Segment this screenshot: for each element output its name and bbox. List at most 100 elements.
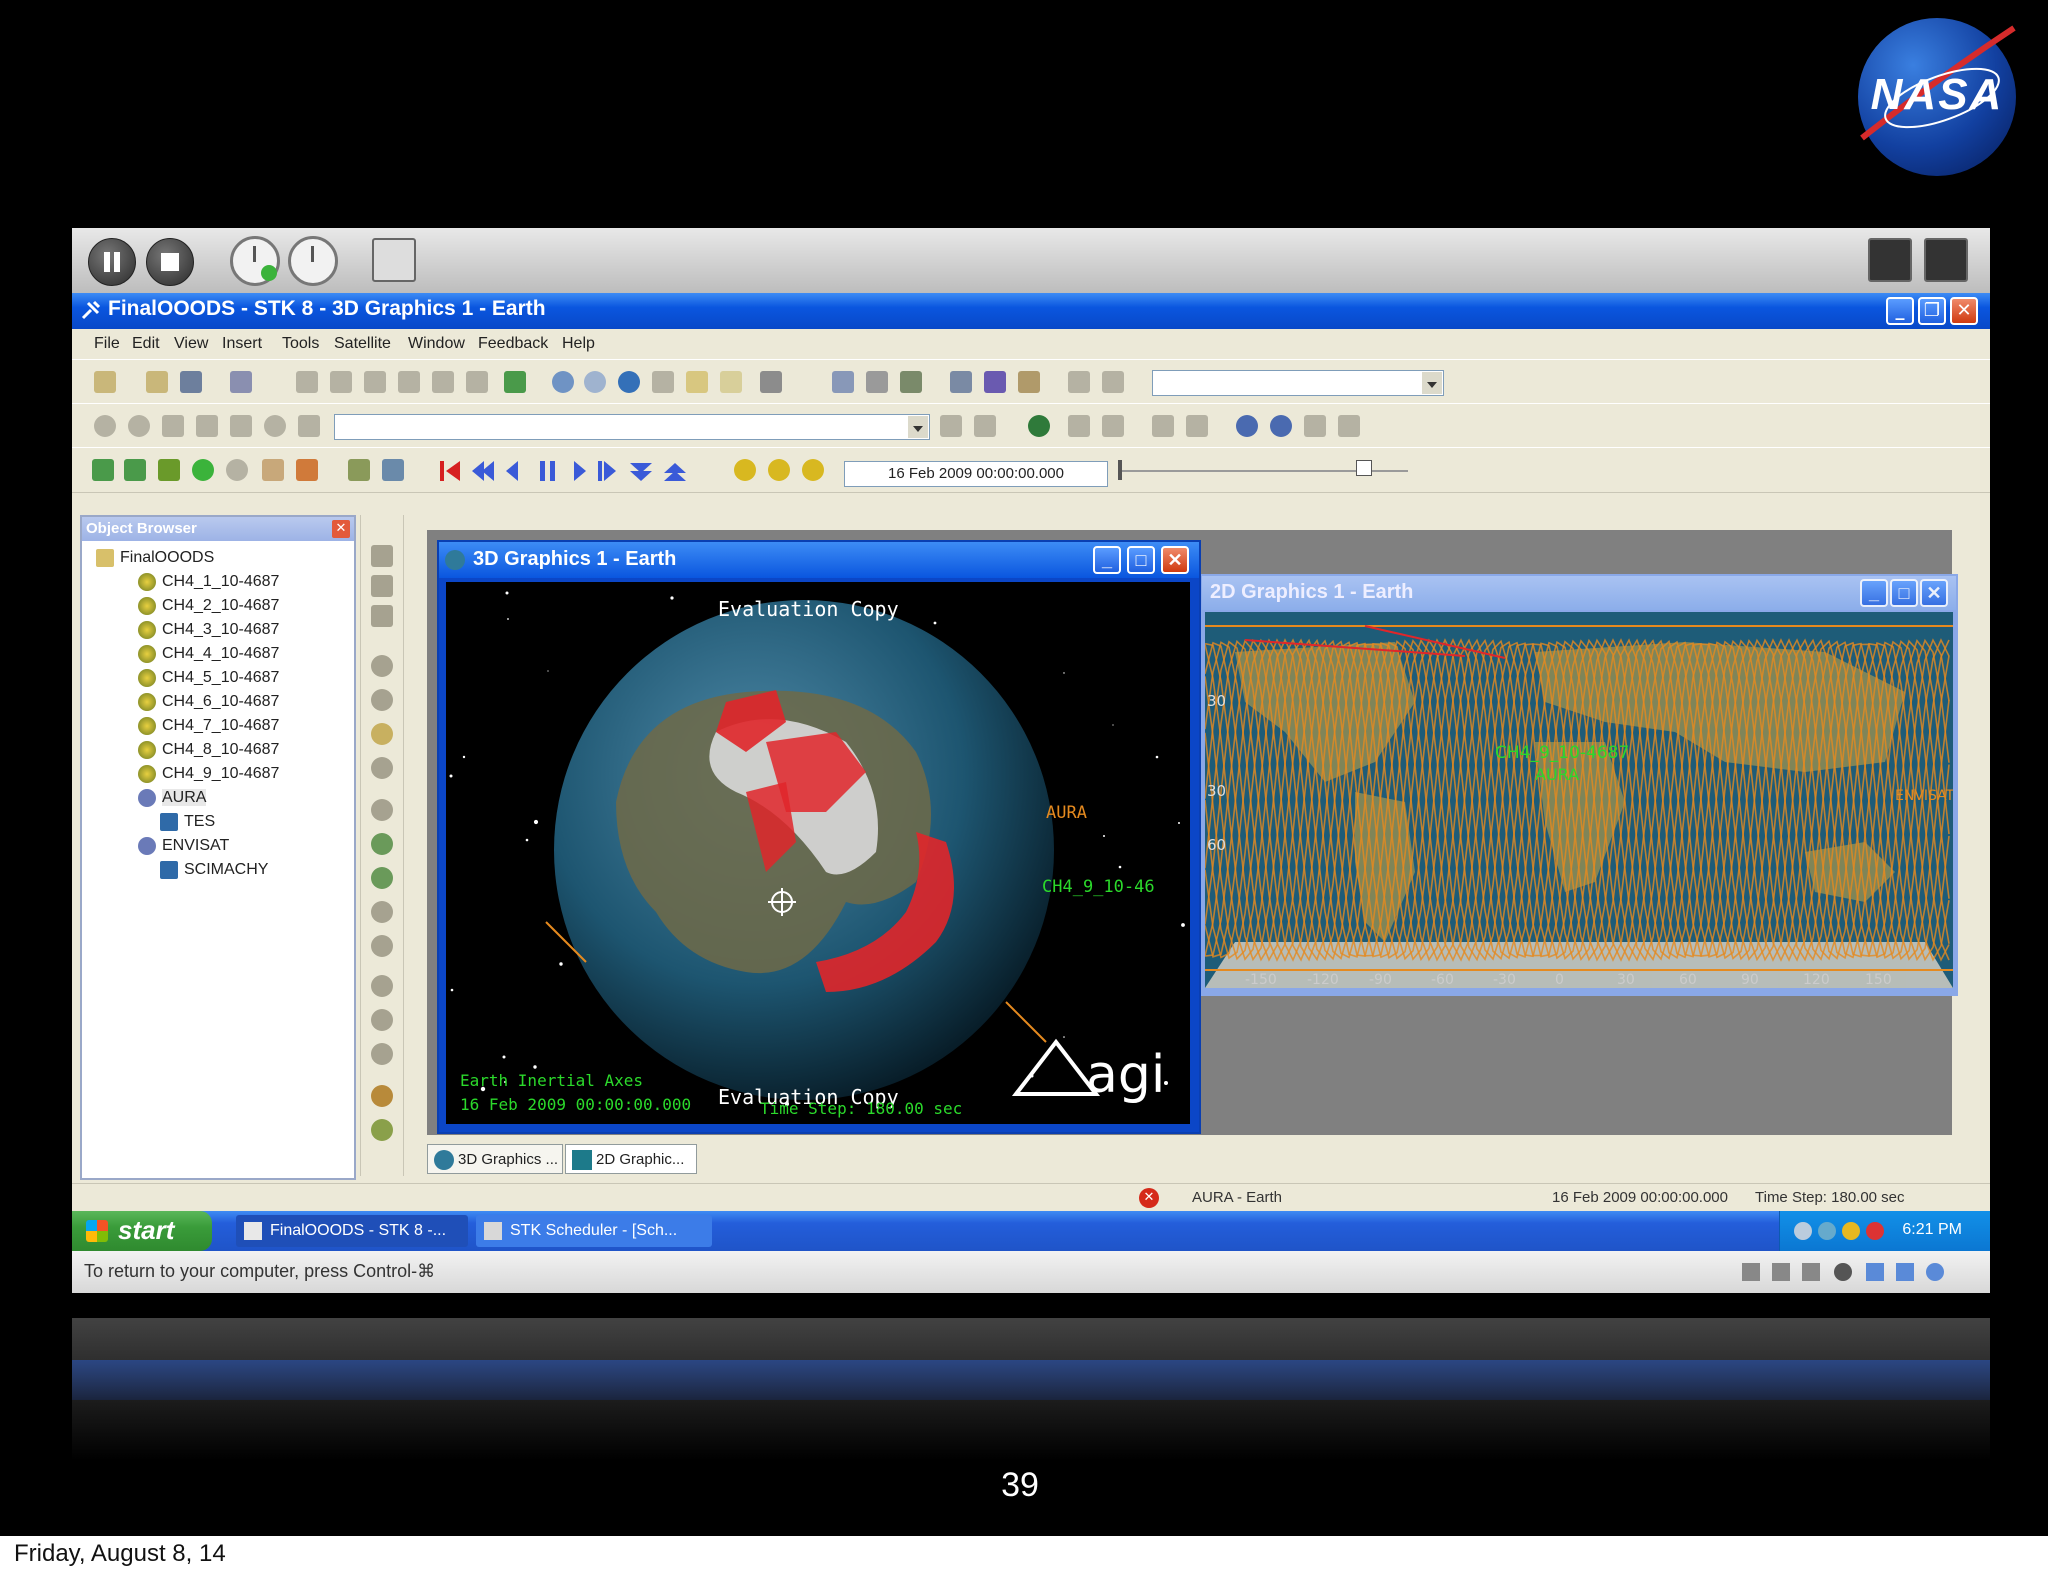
window-2d-graphics[interactable]: 2D Graphics 1 - Earth _ □ ✕ CH4_9_10-468… (1200, 574, 1958, 996)
view4-icon[interactable] (1186, 415, 1208, 437)
zoom-in-icon[interactable] (552, 371, 574, 393)
globe-view-icon[interactable] (1028, 415, 1050, 437)
window-3d-close[interactable]: ✕ (1161, 546, 1189, 574)
panel-icon[interactable] (262, 459, 284, 481)
vtool-icon[interactable] (371, 1043, 393, 1065)
device-icon[interactable] (372, 238, 416, 282)
clock-x-icon[interactable] (768, 459, 790, 481)
usb-icon[interactable] (1742, 1263, 1760, 1281)
access-icon[interactable] (950, 371, 972, 393)
copy-icon[interactable] (398, 371, 420, 393)
vtool-icon[interactable] (371, 723, 393, 745)
map-2d-view[interactable]: CH4_9_10-4687 AURA ENVISAT 30 30 60 -150… (1205, 612, 1953, 988)
restore-button[interactable]: ❐ (1918, 297, 1946, 325)
tree-item[interactable]: CH4_7_10-4687 (138, 717, 279, 735)
shield-icon[interactable] (1842, 1222, 1860, 1240)
vtool-icon[interactable] (371, 975, 393, 997)
slower-icon[interactable] (664, 463, 686, 481)
vtool-icon[interactable] (371, 575, 393, 597)
open-icon[interactable] (146, 371, 168, 393)
map-icon[interactable] (382, 459, 404, 481)
drive-icon[interactable] (1866, 1263, 1884, 1281)
tool-icon[interactable] (1068, 371, 1090, 393)
loop-checkbox[interactable] (1356, 460, 1372, 476)
tree-item[interactable]: CH4_9_10-4687 (138, 765, 279, 783)
window-2d-titlebar[interactable]: 2D Graphics 1 - Earth _ □ ✕ (1202, 576, 1956, 610)
security-icon[interactable] (1866, 1222, 1884, 1240)
go-icon[interactable] (940, 415, 962, 437)
home-icon[interactable] (230, 415, 252, 437)
globe-3d-view[interactable]: Evaluation Copy Evaluation Copy Earth In… (446, 582, 1190, 1124)
globe-3d-canvas[interactable]: Evaluation Copy Evaluation Copy Earth In… (446, 582, 1190, 1124)
new-icon[interactable] (94, 371, 116, 393)
map-2d-canvas[interactable]: CH4_9_10-4687 AURA ENVISAT 30 30 60 -150… (1205, 612, 1953, 988)
object-browser-close[interactable]: ✕ (332, 520, 350, 538)
tree-item[interactable]: CH4_3_10-4687 (138, 621, 279, 639)
link-icon[interactable] (974, 415, 996, 437)
tree-item[interactable]: CH4_4_10-4687 (138, 645, 279, 663)
chevron-down-icon[interactable] (1422, 372, 1442, 394)
step-back-fast-icon[interactable] (472, 461, 494, 481)
vtool-icon[interactable] (371, 655, 393, 677)
arrow-icon[interactable] (1818, 1222, 1836, 1240)
globe-icon[interactable] (618, 371, 640, 393)
disc-icon[interactable] (1834, 1263, 1852, 1281)
nav-forward-icon[interactable] (128, 415, 150, 437)
vtool-icon[interactable] (371, 935, 393, 957)
chart-bar-icon[interactable] (296, 459, 318, 481)
network-arrows-icon[interactable] (1896, 1263, 1914, 1281)
nav-back-icon[interactable] (94, 415, 116, 437)
time-slider-thumb[interactable] (1118, 460, 1122, 480)
vtool-icon[interactable] (371, 757, 393, 779)
vtool-icon[interactable] (371, 833, 393, 855)
clock-realtime-icon[interactable] (734, 459, 756, 481)
layers-icon[interactable] (348, 459, 370, 481)
back-icon[interactable] (504, 371, 526, 393)
print-icon[interactable] (296, 371, 318, 393)
view6-icon[interactable] (1338, 415, 1360, 437)
toolbar-combo[interactable] (1152, 370, 1444, 396)
clock-add-icon[interactable] (230, 236, 280, 286)
tree-item[interactable]: CH4_1_10-4687 (138, 573, 279, 591)
step-forward-icon[interactable] (598, 461, 616, 481)
search-icon[interactable] (264, 415, 286, 437)
find-icon[interactable] (330, 371, 352, 393)
stop-page-icon[interactable] (162, 415, 184, 437)
pause-button[interactable] (88, 238, 136, 286)
window-3d-maximize[interactable]: □ (1127, 546, 1155, 574)
clock-step-icon[interactable] (802, 459, 824, 481)
printer-icon[interactable] (760, 371, 782, 393)
vtool-icon[interactable] (371, 867, 393, 889)
graph-icon[interactable] (866, 371, 888, 393)
chart-icon[interactable] (900, 371, 922, 393)
view5-icon[interactable] (1304, 415, 1326, 437)
vtool-icon[interactable] (371, 1009, 393, 1031)
play-icon[interactable] (574, 461, 586, 481)
usb-icon[interactable] (1772, 1263, 1790, 1281)
vtool-icon[interactable] (371, 901, 393, 923)
vtool-icon[interactable] (371, 1085, 393, 1107)
stop-button[interactable] (146, 238, 194, 286)
usb-icon[interactable] (1802, 1263, 1820, 1281)
tab-2d-graphics[interactable]: 2D Graphic... (565, 1144, 697, 1174)
earth-icon[interactable] (1236, 415, 1258, 437)
step-back-icon[interactable] (506, 461, 518, 481)
hand-icon[interactable] (686, 371, 708, 393)
chevron-down-icon[interactable] (908, 416, 928, 438)
menu-window[interactable]: Window (408, 335, 465, 353)
menu-edit[interactable]: Edit (132, 335, 160, 353)
earth2-icon[interactable] (1270, 415, 1292, 437)
view-icon[interactable] (1068, 415, 1090, 437)
pan-icon[interactable] (652, 371, 674, 393)
reset-icon[interactable] (440, 461, 460, 481)
task-stk[interactable]: FinalOOODS - STK 8 -... (236, 1215, 468, 1247)
tool-x-icon[interactable] (158, 459, 180, 481)
animation-time-field[interactable]: 16 Feb 2009 00:00:00.000 (844, 461, 1108, 487)
network-icon[interactable] (1794, 1222, 1812, 1240)
view3-icon[interactable] (1152, 415, 1174, 437)
coverage-icon[interactable] (1018, 371, 1040, 393)
cut-icon[interactable] (364, 371, 386, 393)
tree-item[interactable]: TES (160, 813, 215, 831)
report-icon[interactable] (832, 371, 854, 393)
error-icon[interactable]: ✕ (1139, 1188, 1159, 1208)
